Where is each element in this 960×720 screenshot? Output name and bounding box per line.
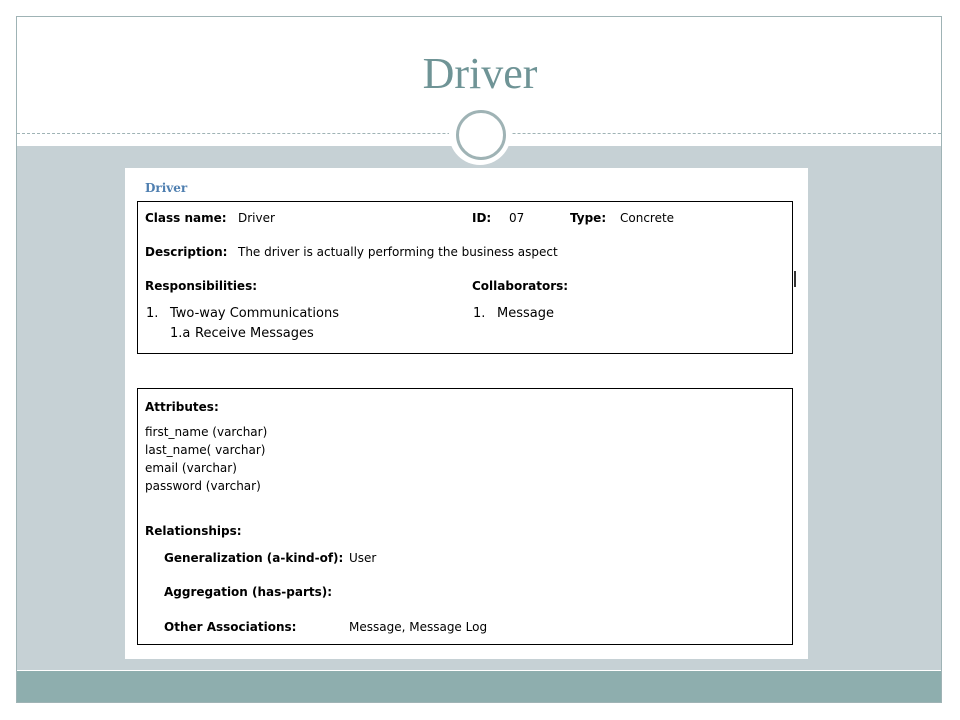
footer-band: [17, 671, 941, 702]
document-heading: Driver: [145, 181, 188, 195]
responsibility-num: 1.a: [170, 326, 191, 341]
responsibility-num: 1.: [146, 306, 159, 321]
class-name-label: Class name:: [145, 211, 227, 225]
description-value: The driver is actually performing the bu…: [238, 245, 558, 259]
responsibilities-label: Responsibilities:: [145, 279, 258, 293]
relationships-label: Relationships:: [145, 524, 242, 538]
attribute-item: password (varchar): [145, 479, 261, 493]
other-associations-label: Other Associations:: [164, 620, 297, 634]
attribute-item: last_name( varchar): [145, 443, 266, 457]
ring-ornament-inner: [456, 110, 506, 160]
type-label: Type:: [570, 211, 607, 225]
aggregation-label: Aggregation (has-parts):: [164, 585, 333, 599]
description-label: Description:: [145, 245, 228, 259]
responsibility-text: Receive Messages: [195, 326, 314, 341]
responsibility-text: Two-way Communications: [170, 306, 339, 321]
other-associations-value: Message, Message Log: [349, 620, 488, 634]
collaborators-label: Collaborators:: [472, 279, 569, 293]
generalization-label: Generalization (a-kind-of):: [164, 551, 344, 565]
generalization-value: User: [349, 551, 377, 565]
edge-mark: [794, 271, 796, 287]
id-value: 07: [509, 211, 525, 225]
attribute-item: first_name (varchar): [145, 425, 268, 439]
type-value: Concrete: [620, 211, 675, 225]
id-label: ID:: [472, 211, 492, 225]
collaborator-text: Message: [497, 306, 554, 321]
slide-title: Driver: [422, 49, 538, 98]
attributes-label: Attributes:: [145, 400, 219, 414]
document-image: Driver Class name: Driver ID: 07 Type: C…: [125, 168, 808, 659]
collaborator-num: 1.: [473, 306, 486, 321]
class-name-value: Driver: [238, 211, 275, 225]
attribute-item: email (varchar): [145, 461, 237, 475]
